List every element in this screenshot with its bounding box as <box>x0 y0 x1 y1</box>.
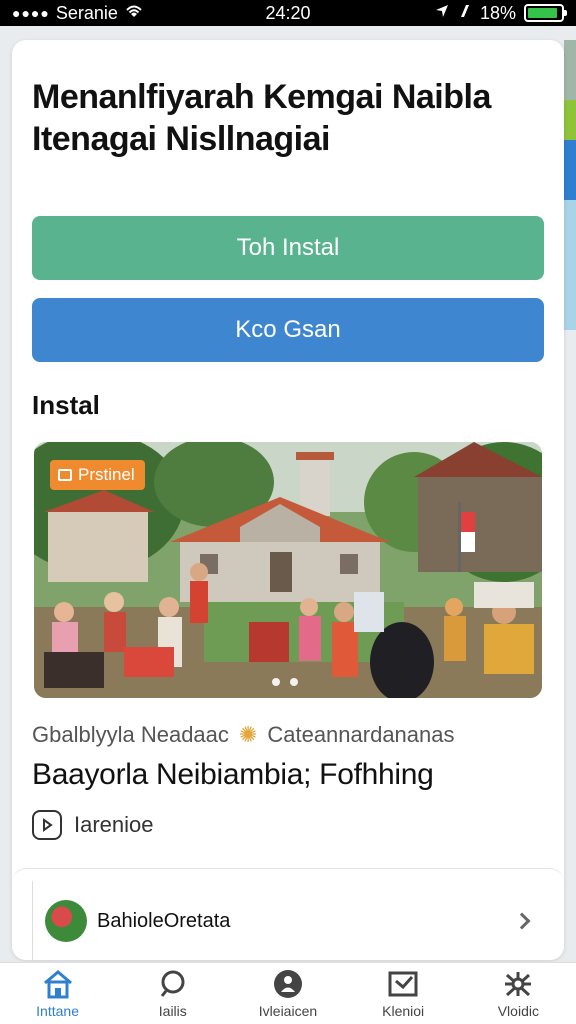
tab-label: Klenioi <box>382 1002 425 1019</box>
status-bar: ●●●● Seranie 24:20 18% <box>0 0 576 26</box>
hero-carousel[interactable]: Prstinel <box>34 442 542 698</box>
background-edge-strip <box>564 40 576 340</box>
tab-search[interactable]: Iailis <box>123 969 223 1019</box>
signal-dots-icon: ●●●● <box>12 5 50 21</box>
action-label: Iarenioe <box>74 812 154 837</box>
battery-percent: 18% <box>479 2 516 23</box>
section-heading: Instal <box>32 390 100 420</box>
sun-icon: ✺ <box>238 722 258 747</box>
list-item-label: BahioleOretata <box>97 909 231 932</box>
settings-icon <box>501 969 535 999</box>
share-icon[interactable] <box>32 810 62 840</box>
secondary-button[interactable]: Kco Gsan <box>32 298 544 362</box>
badge-icon <box>58 469 72 481</box>
tab-label: Vloidic <box>497 1002 539 1019</box>
tab-profile[interactable]: Ivleiaicen <box>238 969 338 1019</box>
meta-category: Cateannardananas <box>267 722 455 747</box>
carrier-label: Seranie <box>55 2 118 23</box>
chevron-right-icon <box>513 912 531 930</box>
page-title: Menanlfiyarah Kemgai Naibla Itenagai Nis… <box>32 78 491 158</box>
home-icon <box>41 969 75 999</box>
install-button[interactable]: Toh Instal <box>32 216 544 280</box>
carousel-pagination <box>272 678 298 686</box>
book-icon <box>386 969 420 999</box>
tab-home[interactable]: Inttane <box>8 969 108 1019</box>
meta-author: Gbalblyyla Neadaac <box>32 722 229 747</box>
battery-icon <box>524 4 567 22</box>
wifi-icon <box>124 3 144 24</box>
search-icon <box>156 969 190 999</box>
carousel-dot[interactable] <box>272 678 280 686</box>
hero-badge-label: Prstinel <box>78 465 135 484</box>
location-icon <box>434 3 450 24</box>
hero-badge: Prstinel <box>50 460 145 490</box>
tab-label: Ivleiaicen <box>258 1002 318 1019</box>
battery-fill <box>528 8 557 18</box>
article-title[interactable]: Baayorla Neibiambia; Fofhhing <box>32 758 434 792</box>
tab-settings[interactable]: Vloidic <box>468 969 568 1019</box>
avatar <box>45 900 87 942</box>
list-card: BahioleOretata <box>12 868 564 960</box>
list-item[interactable]: BahioleOretata <box>32 881 544 960</box>
tab-label: Inttane <box>36 1002 79 1019</box>
tab-book[interactable]: Klenioi <box>353 969 453 1019</box>
tab-bar: Inttane Iailis Ivleiaicen Klenioi Vloidi… <box>0 962 576 1024</box>
main-card: Menanlfiyarah Kemgai Naibla Itenagai Nis… <box>12 40 564 960</box>
rotation-lock-icon <box>458 3 472 24</box>
status-right: 18% <box>434 2 567 24</box>
profile-icon <box>271 969 305 999</box>
article-action[interactable]: Iarenioe <box>32 810 154 840</box>
status-left: ●●●● Seranie <box>12 3 144 24</box>
article-meta: Gbalblyyla Neadaac ✺ Cateannardananas <box>32 722 455 748</box>
tab-label: Iailis <box>158 1002 187 1019</box>
carousel-dot[interactable] <box>290 678 298 686</box>
